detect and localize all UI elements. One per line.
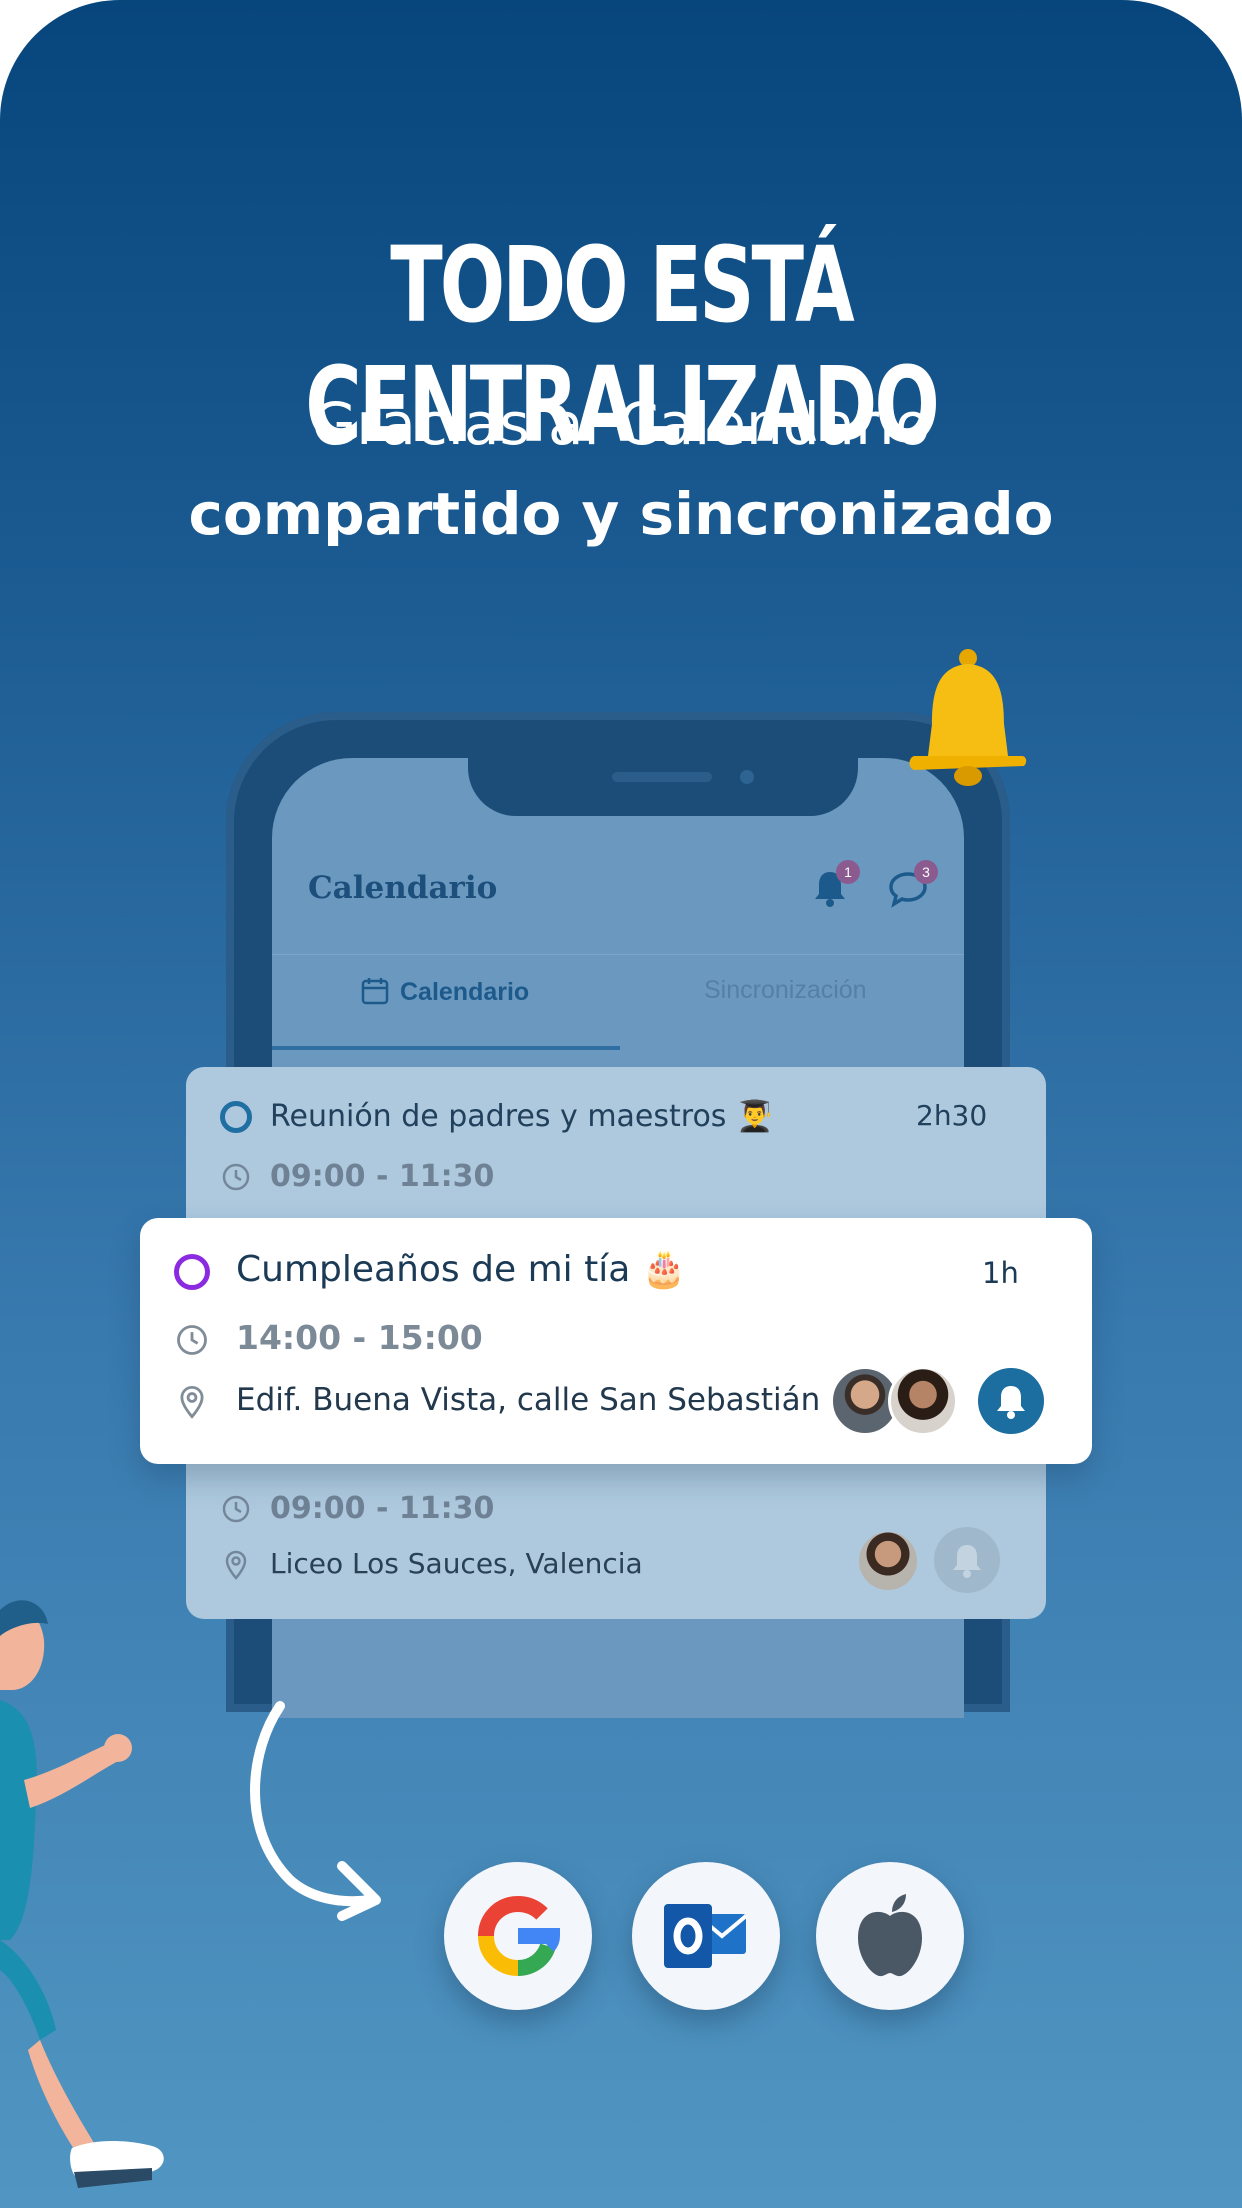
clock-icon: [177, 1325, 207, 1355]
phone-notch: [468, 758, 858, 816]
event-duration: 1h: [982, 1256, 1019, 1290]
bell-icon: [953, 1545, 981, 1578]
location-pin-icon: [225, 1550, 247, 1580]
runner-illustration: [0, 1600, 164, 2188]
tabs-divider: [272, 954, 964, 955]
tab-calendario[interactable]: Calendario: [360, 976, 529, 1007]
event-time: 09:00 - 11:30: [270, 1159, 495, 1194]
event-location: Liceo Los Sauces, Valencia: [270, 1547, 643, 1580]
location-pin-icon: [180, 1385, 204, 1419]
event-location: Edif. Buena Vista, calle San Sebastián: [236, 1382, 821, 1418]
gold-bell-icon: [909, 649, 1027, 786]
outlook-calendar-button[interactable]: [632, 1862, 780, 2010]
notifications-badge: 1: [836, 860, 860, 884]
promo-screen: TODO ESTÁ CENTRALIZADO Gracias al Calend…: [0, 0, 1242, 2208]
outlook-icon: [664, 1904, 748, 1968]
apple-calendar-button[interactable]: [816, 1862, 964, 2010]
app-title: Calendario: [308, 870, 498, 906]
event-status-ring: [220, 1101, 252, 1133]
event-duration: 2h30: [916, 1099, 988, 1132]
event-time: 14:00 - 15:00: [236, 1318, 483, 1357]
event-status-ring: [174, 1254, 210, 1290]
event-title: Reunión de padres y maestros 👨‍🎓: [270, 1099, 774, 1134]
active-tab-indicator: [272, 1046, 620, 1050]
notifications-bell-icon[interactable]: 1: [808, 860, 860, 910]
curved-arrow-icon: [250, 1701, 381, 1921]
phone-speaker: [612, 772, 712, 782]
attendee-avatar: [856, 1529, 920, 1593]
google-icon: [478, 1896, 561, 1976]
google-calendar-button[interactable]: [444, 1862, 592, 2010]
tab-sincronizacion[interactable]: Sincronización: [704, 976, 867, 1005]
event-time: 09:00 - 11:30: [270, 1491, 495, 1526]
tab-calendario-label: Calendario: [400, 978, 530, 1006]
subtitle-line-2: compartido y sincronizado: [188, 480, 1054, 548]
apple-icon: [858, 1894, 922, 1977]
phone-camera: [740, 770, 754, 784]
reminder-bell-button[interactable]: [978, 1368, 1044, 1434]
subtitle-line-1: Gracias al Calendario: [311, 390, 931, 458]
event-card-highlighted[interactable]: Cumpleaños de mi tía 🎂 1h 14:00 - 15:00 …: [140, 1218, 1092, 1464]
reminder-bell-button[interactable]: [934, 1527, 1000, 1593]
bell-icon: [997, 1386, 1025, 1419]
calendar-icon: [361, 978, 389, 1005]
tab-sincronizacion-label: Sincronización: [704, 976, 867, 1004]
messages-badge: 3: [914, 860, 938, 884]
event-title: Cumpleaños de mi tía 🎂: [236, 1249, 687, 1290]
attendee-avatar: [888, 1366, 958, 1436]
clock-icon: [222, 1495, 250, 1523]
clock-icon: [222, 1163, 250, 1191]
messages-chat-icon[interactable]: 3: [886, 860, 938, 910]
